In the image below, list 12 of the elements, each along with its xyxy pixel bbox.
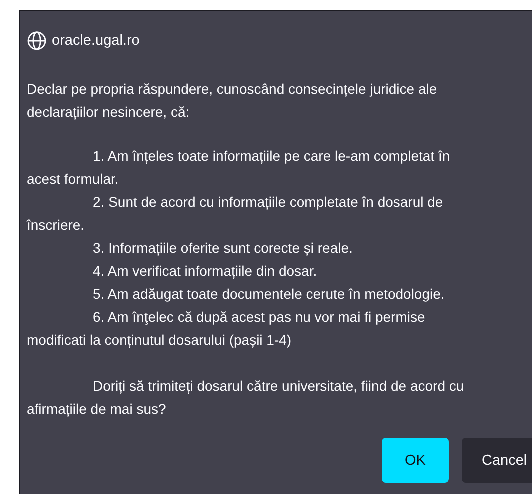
statement-text: 6. Am înţelec că după acest pas nu vor mai fi permise modificati la conținutul dosarului (pașii 1-4)	[27, 308, 426, 350]
statement-text: 5. Am adăugat toate documentele cerute în metodologie.	[92, 285, 445, 304]
dialog-title: oracle.ugal.ro	[52, 33, 140, 49]
cancel-button[interactable]: Cancel	[462, 438, 532, 483]
statement-text: 3. Informațiile oferite sunt corecte și reale.	[92, 239, 353, 258]
statement-text: 4. Am verificat informațiile din dosar.	[92, 262, 318, 281]
statement-text: 2. Sunt de acord cu informațiile completate în dosarul de înscriere.	[27, 193, 444, 235]
ok-button[interactable]: OK	[382, 438, 449, 483]
globe-icon	[27, 31, 47, 51]
message-text: Declar pe propria răspundere, cunoscând consecințele juridice ale declarațiilor nesincere, că:	[27, 80, 438, 122]
statement-text: 1. Am înțeles toate informațiile pe care le-am completat în acest formular.	[27, 147, 450, 189]
question-text: Doriți să trimiteți dosarul către universitate, fiind de acord cu afirmațiile de mai sus?	[27, 377, 464, 419]
